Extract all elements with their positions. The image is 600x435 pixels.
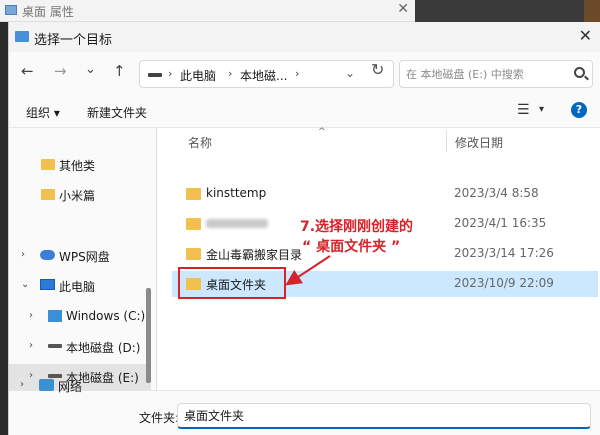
search-icon[interactable] [574, 67, 585, 78]
chevron-right-icon[interactable]: › [29, 340, 33, 351]
folder-icon [41, 159, 55, 170]
sidebar-item-label: 其他类 [59, 159, 96, 173]
file-name: 金山毒霸搬家目录 [206, 248, 303, 262]
search-input[interactable] [406, 66, 566, 83]
file-name: kinsttemp [206, 186, 267, 200]
close-icon[interactable]: ✕ [579, 26, 592, 45]
column-name[interactable]: 名称 [188, 134, 212, 151]
folder-window-icon [15, 31, 29, 42]
sidebar-item-label: WPS网盘 [59, 250, 110, 264]
sidebar-item-label: Windows (C:) [66, 309, 146, 323]
file-date: 2023/3/4 8:58 [454, 186, 539, 200]
forward-button[interactable]: → [54, 62, 67, 80]
background-area [415, 0, 600, 22]
file-date: 2023/3/14 17:26 [454, 246, 554, 260]
chevron-right-icon: › [295, 67, 300, 80]
sidebar-item-other[interactable]: 其他类 [9, 152, 151, 178]
folder-name-input[interactable] [177, 403, 591, 429]
sidebar-item-label: 此电脑 [59, 280, 96, 294]
chevron-right-icon[interactable]: › [21, 249, 25, 260]
sidebar-item-wps-cloud[interactable]: › WPS网盘 [9, 243, 151, 269]
sidebar-item-label: 网络 [58, 380, 83, 394]
network-icon [39, 379, 54, 391]
column-modified-date[interactable]: 修改日期 [455, 134, 503, 151]
background-window-title: 桌面 属性 [22, 5, 74, 19]
chevron-right-icon: › [228, 67, 233, 80]
sidebar-item-drive-d[interactable]: › 本地磁盘 (D:) [9, 334, 151, 360]
search-box[interactable] [399, 60, 593, 88]
sidebar-item-xiaomi[interactable]: 小米篇 [9, 182, 151, 208]
folder-icon [186, 218, 201, 230]
background-close-icon[interactable]: ✕ [397, 1, 409, 17]
drive-icon [148, 73, 162, 77]
properties-window-icon [5, 5, 17, 15]
chevron-right-icon: › [168, 67, 173, 80]
dialog-title: 选择一个目标 [34, 33, 113, 48]
file-date: 2023/10/9 22:09 [454, 276, 554, 290]
redacted-name [206, 219, 268, 228]
sidebar-item-label: 小米篇 [59, 189, 96, 203]
computer-icon [40, 279, 55, 290]
sort-indicator-icon: ^ [318, 127, 326, 137]
annotation-highlight-box [178, 267, 286, 299]
drive-icon [48, 344, 62, 348]
navigation-bar: ← → ⌄ ↑ › 此电脑 › 本地磁... › ⌄ ↻ [9, 52, 600, 96]
annotation-text: 7.选择刚刚创建的 “ 桌面文件夹 ” [300, 217, 413, 257]
sidebar-scrollbar[interactable] [146, 288, 151, 383]
address-bar[interactable]: › 此电脑 › 本地磁... › ⌄ [139, 60, 394, 88]
address-dropdown-icon[interactable]: ⌄ [345, 66, 355, 80]
file-list: ^ 名称 修改日期 kinsttemp 2023/3/4 8:58 2023/4… [158, 127, 600, 407]
folder-icon [41, 189, 55, 200]
navigation-pane: 其他类 小米篇 › WPS网盘 ⌄ 此电脑 › Windows (C:) › 本… [9, 128, 157, 390]
organize-button[interactable]: 组织 ▾ [26, 104, 60, 121]
new-folder-button[interactable]: 新建文件夹 [87, 104, 147, 121]
breadcrumb-local-disk[interactable]: 本地磁... [240, 67, 287, 84]
chevron-right-icon[interactable]: › [29, 310, 33, 321]
help-icon[interactable]: ? [571, 102, 587, 118]
windows-drive-icon [48, 310, 62, 322]
column-header: ^ 名称 修改日期 [158, 127, 600, 154]
view-dropdown-icon[interactable]: ▾ [539, 104, 544, 115]
folder-label: 文件夹: [139, 411, 180, 425]
recent-locations-button[interactable]: ⌄ [85, 62, 96, 77]
view-icon[interactable]: ☰ [517, 102, 530, 118]
command-bar: 组织 ▾ 新建文件夹 ☰ ▾ ? [9, 96, 600, 128]
back-button[interactable]: ← [21, 62, 34, 80]
annotation-line-1: 7.选择刚刚创建的 [300, 219, 414, 235]
breadcrumb-this-pc[interactable]: 此电脑 [180, 67, 216, 84]
dialog-titlebar: 选择一个目标 ✕ [9, 22, 600, 52]
cloud-icon [40, 250, 55, 260]
chevron-right-icon[interactable]: › [20, 379, 24, 390]
up-button[interactable]: ↑ [113, 62, 126, 80]
file-row-kinsttemp[interactable]: kinsttemp 2023/3/4 8:58 [172, 181, 598, 207]
sidebar-item-network[interactable]: › 网络 [8, 373, 150, 399]
sidebar-item-this-pc[interactable]: ⌄ 此电脑 [9, 273, 151, 299]
refresh-icon[interactable]: ↻ [371, 60, 384, 79]
annotation-line-2: “ 桌面文件夹 ” [302, 239, 401, 255]
folder-icon [186, 248, 201, 260]
sidebar-item-label: 本地磁盘 (D:) [66, 341, 141, 355]
background-thumbnail [584, 0, 600, 22]
column-divider[interactable] [446, 130, 447, 152]
chevron-down-icon[interactable]: ⌄ [21, 279, 29, 290]
file-date: 2023/4/1 16:35 [454, 216, 547, 230]
folder-icon [186, 188, 201, 200]
sidebar-item-drive-c[interactable]: › Windows (C:) [9, 304, 151, 330]
background-window-titlebar: 桌面 属性 ✕ [0, 0, 415, 22]
